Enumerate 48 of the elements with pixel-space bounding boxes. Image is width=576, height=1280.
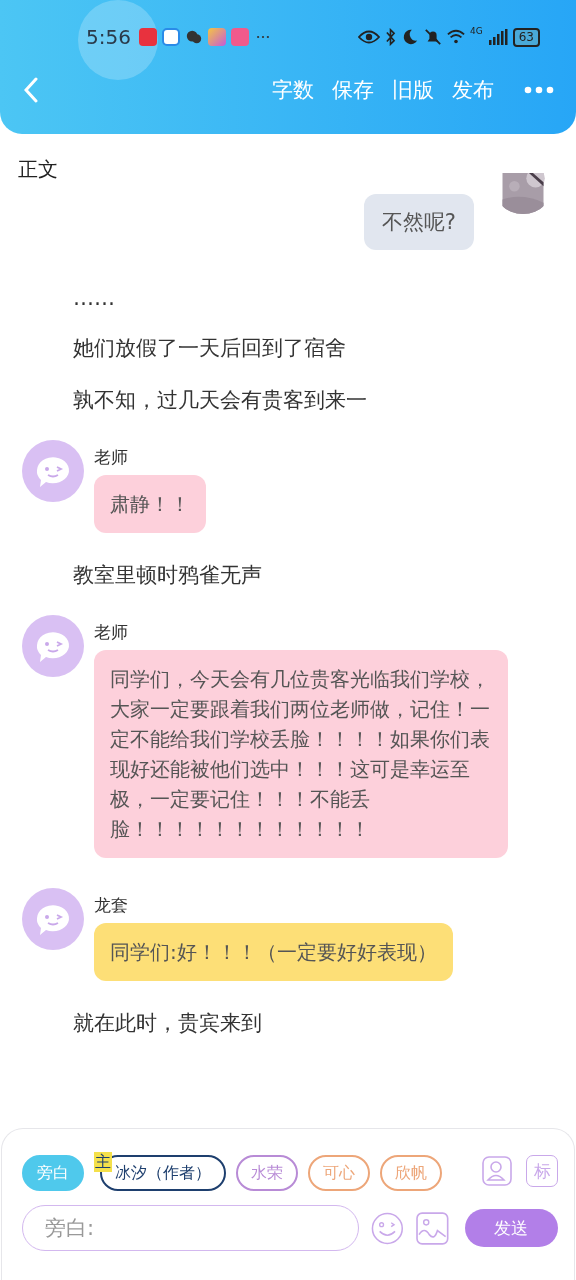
message-bubble: 不然呢?: [363, 194, 474, 250]
narration-text: 她们放假了一天后回到了宿舍: [72, 335, 347, 362]
section-title: 正文: [17, 156, 59, 183]
wifi-icon: [447, 28, 465, 46]
status-time: 5:56: [86, 25, 131, 49]
app-notification-icon: [161, 28, 180, 46]
speaker-name: 老师: [94, 446, 128, 469]
narration-text: 就在此时，贵宾来到: [72, 1010, 263, 1037]
role-chip[interactable]: 欣帆: [380, 1155, 442, 1191]
bell-off-icon: [424, 28, 442, 46]
back-icon[interactable]: [24, 77, 38, 103]
more-notifications-icon: [255, 35, 270, 39]
moon-icon: [401, 28, 419, 46]
toolbar-action[interactable]: 保存: [326, 76, 380, 104]
eye-icon: [358, 29, 380, 45]
app-notification-icon: [207, 28, 226, 46]
more-icon[interactable]: [524, 86, 554, 94]
role-chip[interactable]: 旁白: [22, 1155, 84, 1191]
role-chip[interactable]: 可心: [308, 1155, 370, 1191]
person-icon[interactable]: [482, 1156, 513, 1186]
speaker-name: 龙套: [94, 894, 128, 917]
speaker-name: 老师: [94, 621, 128, 644]
avatar-icon: [22, 440, 84, 502]
message-input[interactable]: 旁白:: [22, 1205, 360, 1251]
message-bubble: 肃静！！: [94, 475, 206, 533]
narration-text: 教室里顿时鸦雀无声: [72, 562, 263, 589]
chat-app-icon: [184, 28, 203, 46]
toolbar-action[interactable]: 发布: [446, 76, 500, 104]
message-bubble: 同学们，今天会有几位贵客光临我们学校，大家一定要跟着我们两位老师做，记住！一定不能给我们学校丢脸！！！！如果你们表现好还能被他们选中！！！这可是幸运至极，一定要记住！！！不能丢脸！！！！！！！！！！！！: [94, 650, 508, 858]
signal-icon: [487, 29, 508, 45]
app-notification-icon: [138, 28, 157, 46]
battery-indicator: 63: [512, 27, 540, 47]
avatar-icon: [22, 888, 84, 950]
emoji-icon[interactable]: [371, 1211, 405, 1245]
bluetooth-icon: [385, 28, 396, 46]
network-type: 4G: [470, 26, 483, 36]
narration-text: 孰不知，过几天会有贵客到来一: [72, 387, 368, 414]
toolbar-action[interactable]: 字数: [266, 76, 320, 104]
tag-button[interactable]: 标: [526, 1155, 558, 1187]
role-chip[interactable]: 水荣: [236, 1155, 298, 1191]
toolbar-action[interactable]: 旧版: [386, 76, 440, 104]
message-bubble: 同学们:好！！！（一定要好好表现）: [94, 923, 453, 981]
send-button[interactable]: 发送: [464, 1209, 558, 1247]
avatar-icon: [22, 615, 84, 677]
narration-text: ……: [72, 286, 116, 310]
app-notification-icon: [230, 28, 249, 46]
main-role-badge: 主: [94, 1152, 112, 1172]
image-icon[interactable]: [416, 1211, 449, 1245]
